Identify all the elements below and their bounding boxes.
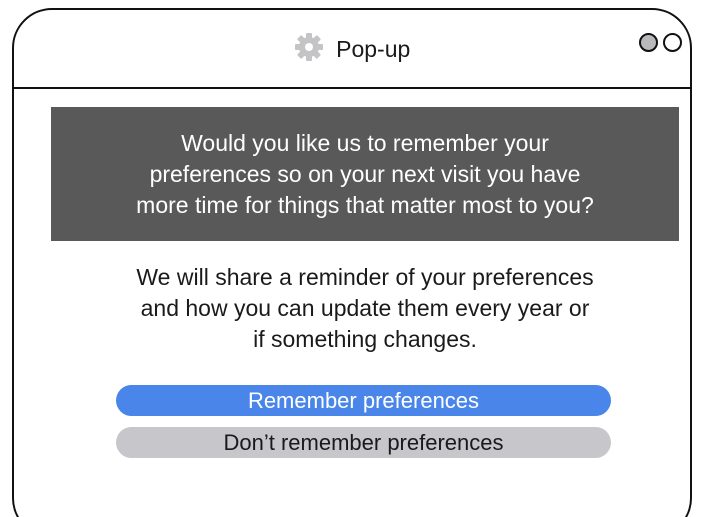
window-control-empty-icon[interactable]: [663, 33, 682, 52]
remember-preferences-button[interactable]: Remember preferences: [116, 385, 611, 416]
question-line: more time for things that matter most to…: [136, 191, 594, 218]
window-title: Pop-up: [336, 35, 411, 62]
gear-icon: [294, 32, 324, 62]
question-banner: Would you like us to remember your prefe…: [51, 107, 679, 241]
info-line: We will share a reminder of your prefere…: [136, 264, 594, 290]
window-control-filled-icon[interactable]: [639, 33, 658, 52]
window-controls: [639, 33, 682, 52]
dont-remember-preferences-button[interactable]: Don’t remember preferences: [116, 427, 611, 458]
question-line: Would you like us to remember your: [181, 129, 549, 156]
question-line: preferences so on your next visit you ha…: [149, 160, 581, 187]
info-text: We will share a reminder of your prefere…: [51, 262, 679, 355]
info-line: if something changes.: [253, 326, 477, 352]
info-line: and how you can update them every year o…: [140, 295, 590, 321]
title-bar: Pop-up: [14, 10, 690, 89]
title-group: Pop-up: [14, 32, 690, 64]
question-text: Would you like us to remember your prefe…: [136, 128, 594, 221]
